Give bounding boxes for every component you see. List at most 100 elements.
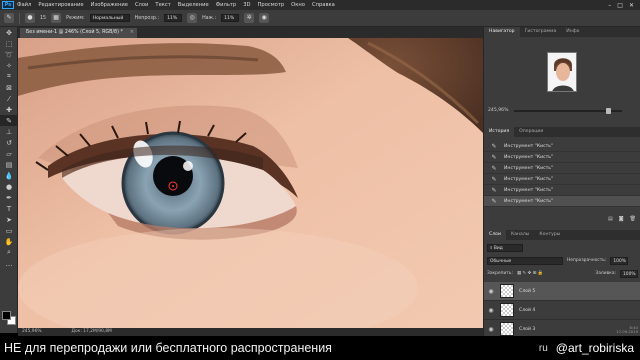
menu-help[interactable]: Справка (312, 2, 335, 8)
tab-navigator[interactable]: Навигатор (484, 27, 520, 37)
close-icon[interactable]: ✕ (629, 2, 634, 9)
menu-text[interactable]: Текст (155, 2, 170, 8)
foreground-color-swatch[interactable] (2, 311, 11, 320)
history-item[interactable]: ✎ Инструмент "Кисть" (484, 163, 640, 174)
layer-opacity-field[interactable]: 100% (610, 256, 629, 265)
color-swatches[interactable] (2, 311, 16, 325)
menu-file[interactable]: Файл (17, 2, 31, 8)
brush-icon: ✎ (491, 186, 497, 194)
visibility-eye-icon[interactable]: ◉ (484, 288, 498, 295)
blend-mode-select[interactable]: Обычные (487, 256, 563, 265)
menu-layers[interactable]: Слои (135, 2, 148, 8)
layer-kind-filter[interactable]: ⌕ Вид (487, 243, 523, 252)
tab-channels[interactable]: Каналы (506, 230, 534, 240)
brush-panel-icon[interactable]: ▦ (51, 13, 62, 23)
tab-paths[interactable]: Контуры (534, 230, 565, 240)
brush-size-value: 15 (40, 15, 47, 21)
layer-row-selected[interactable]: ◉ Слой 5 (484, 282, 640, 301)
airbrush-icon[interactable]: ✲ (244, 13, 255, 23)
menu-filter[interactable]: Фильтр (216, 2, 237, 8)
blur-tool-icon[interactable]: 💧 (0, 170, 18, 181)
healing-tool-icon[interactable]: ✚ (0, 104, 18, 115)
menu-view[interactable]: Просмотр (258, 2, 285, 8)
dodge-tool-icon[interactable]: ● (0, 181, 18, 192)
type-tool-icon[interactable]: T (0, 203, 18, 214)
navigator-thumbnail[interactable] (547, 52, 577, 92)
mode-label: Режим: (66, 15, 85, 21)
window-controls: – □ ✕ (608, 2, 634, 9)
frame-tool-icon[interactable]: ⊠ (0, 82, 18, 93)
history-item[interactable]: ✎ Инструмент "Кисть" (484, 152, 640, 163)
brush-preset-icon[interactable]: ● (25, 13, 35, 23)
marquee-tool-icon[interactable]: ⬚ (0, 38, 18, 49)
navigator-panel: 245,96% (484, 37, 640, 122)
path-select-tool-icon[interactable]: ➤ (0, 214, 18, 225)
divider (19, 12, 20, 24)
navigator-zoom[interactable]: 245,96% (488, 108, 508, 113)
pressure-size-icon[interactable]: ◉ (259, 13, 270, 23)
tab-info[interactable]: Инфо (561, 27, 584, 37)
zoom-tool-icon[interactable]: ⌕ (0, 247, 18, 258)
maximize-icon[interactable]: □ (617, 2, 623, 9)
photoshop-logo-icon: Ps (2, 1, 14, 9)
history-item[interactable]: ✎ Инструмент "Кисть" (484, 185, 640, 196)
menu-bar: Ps Файл Редактирование Изображение Слои … (0, 0, 640, 10)
fill-field[interactable]: 100% (620, 269, 638, 278)
document-tab-title: Без имени-1 @ 246% (Слой 5, RGB/8) * (26, 30, 123, 35)
new-document-icon[interactable]: ▤ (608, 216, 613, 222)
brush-tool-icon[interactable]: ✎ (0, 115, 18, 126)
tab-layers[interactable]: Слои (484, 230, 506, 240)
visibility-eye-icon[interactable]: ◉ (484, 326, 498, 333)
options-bar: ✎ ● 15 ▦ Режим: Нормальный Непрозр.: 11%… (0, 10, 640, 27)
menu-window[interactable]: Окно (291, 2, 305, 8)
layer-thumbnail (500, 284, 514, 298)
menu-image[interactable]: Изображение (91, 2, 128, 8)
history-brush-tool-icon[interactable]: ↺ (0, 137, 18, 148)
tab-histogram[interactable]: Гистограмма (520, 27, 562, 37)
system-clock: 8:40 17.09.2019 (616, 326, 638, 334)
brush-tool-icon[interactable]: ✎ (4, 13, 14, 23)
history-item[interactable]: ✎ Инструмент "Кисть" (484, 141, 640, 152)
minimize-icon[interactable]: – (608, 2, 611, 9)
history-item-selected[interactable]: ✎ Инструмент "Кисть" (484, 196, 640, 207)
crop-tool-icon[interactable]: ⌗ (0, 71, 18, 82)
opacity-label: Непрозр.: (134, 15, 160, 21)
menu-select[interactable]: Выделение (178, 2, 209, 8)
menu-3d[interactable]: 3D (243, 2, 250, 8)
opacity-field[interactable]: 11% (164, 14, 183, 22)
layer-name: Слой 5 (519, 288, 536, 294)
history-item[interactable]: ✎ Инструмент "Кисть" (484, 174, 640, 185)
layer-row[interactable]: ◉ Слой 4 (484, 301, 640, 320)
tab-actions[interactable]: Операции (514, 127, 548, 137)
tab-history[interactable]: История (484, 127, 515, 137)
menu-edit[interactable]: Редактирование (38, 2, 83, 8)
navigator-zoom-slider[interactable] (514, 108, 622, 114)
pressure-opacity-icon[interactable]: ◎ (187, 13, 198, 23)
zoom-level[interactable]: 245,96% (22, 328, 42, 336)
mode-select[interactable]: Нормальный (89, 14, 130, 22)
eraser-tool-icon[interactable]: ▱ (0, 148, 18, 159)
flow-field[interactable]: 11% (221, 14, 240, 22)
canvas[interactable] (18, 38, 483, 328)
stamp-tool-icon[interactable]: ⊥ (0, 126, 18, 137)
quick-select-tool-icon[interactable]: ✧ (0, 60, 18, 71)
fill-label: Заливка: (595, 271, 616, 276)
gradient-tool-icon[interactable]: ▤ (0, 159, 18, 170)
close-tab-icon[interactable]: × (130, 28, 134, 38)
lock-label: Закрепить: (487, 271, 513, 276)
more-tools-icon[interactable]: … (0, 258, 18, 269)
zoom-slider-handle[interactable] (606, 108, 611, 114)
flow-label: Наж.: (202, 15, 217, 21)
document-tab[interactable]: Без имени-1 @ 246% (Слой 5, RGB/8) * × (20, 28, 137, 38)
snapshot-camera-icon[interactable]: ◙ (619, 216, 624, 222)
shape-tool-icon[interactable]: ▭ (0, 225, 18, 236)
lasso-tool-icon[interactable]: ➰ (0, 49, 18, 60)
trash-icon[interactable]: 🗑 (630, 216, 636, 222)
hand-tool-icon[interactable]: ✋ (0, 236, 18, 247)
lock-icons[interactable]: ▦ ✎ ✥ ⊞ 🔒 (517, 271, 543, 276)
eyedropper-tool-icon[interactable]: ⁄ (0, 93, 18, 104)
pen-tool-icon[interactable]: ✒ (0, 192, 18, 203)
move-tool-icon[interactable]: ✥ (0, 27, 18, 38)
right-panels: Навигатор Гистограмма Инфо 245,96% Истор… (483, 27, 640, 339)
visibility-eye-icon[interactable]: ◉ (484, 307, 498, 314)
